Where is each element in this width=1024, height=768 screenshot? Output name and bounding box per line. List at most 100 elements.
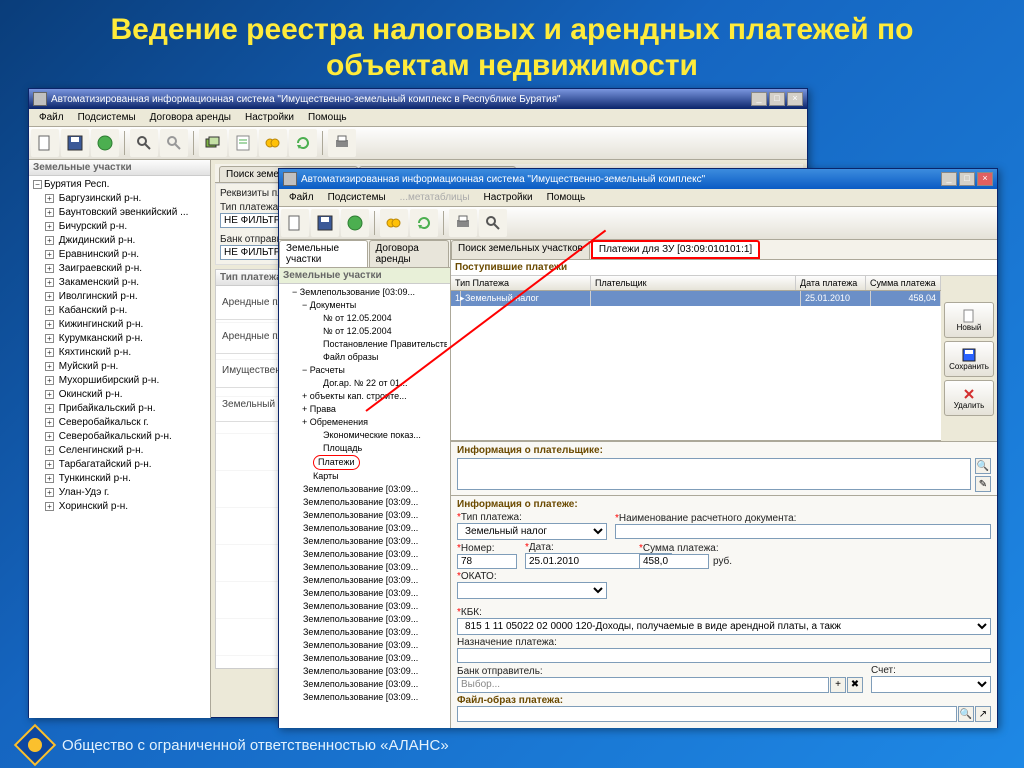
tree-item[interactable]: − Документы [282,299,447,312]
tree-item[interactable]: № от 12.05.2004 [282,312,447,325]
tree-item[interactable]: Землепользование [03:09... [282,574,447,587]
tree-item[interactable]: + Кяхтинский р-н. [33,346,206,360]
tool-save-icon[interactable] [311,209,339,237]
tree-item[interactable]: Дог.ар. № 22 от 01... [282,377,447,390]
tree-item[interactable]: Постановление Правительства Ре... [282,338,447,351]
minimize-button[interactable]: _ [751,92,767,106]
tree-item[interactable]: Землепользование [03:09... [282,678,447,691]
tree-item[interactable]: + Иволгинский р-н. [33,290,206,304]
grid-body[interactable]: 1▸ Земельный налог 25.01.2010 458,04 [451,291,941,441]
tool-doc-icon[interactable] [229,129,257,157]
file-open-icon[interactable]: ↗ [975,706,991,722]
close-button[interactable]: × [787,92,803,106]
tree-item[interactable]: Землепользование [03:09... [282,548,447,561]
tree-item[interactable]: Землепользование [03:09... [282,626,447,639]
left-tab-land[interactable]: Земельные участки [279,240,368,267]
tree-item[interactable]: + Хоринский р-н. [33,500,206,514]
col-type[interactable]: Тип Платежа [451,276,591,290]
col-sum[interactable]: Сумма платежа [866,276,941,290]
tree-item[interactable]: + Улан-Удэ г. [33,486,206,500]
tool-layers-icon[interactable] [199,129,227,157]
tool-globe-icon[interactable] [91,129,119,157]
menu-lease[interactable]: Договора аренды [144,111,237,124]
payment-type-select[interactable]: Земельный налог [457,523,607,540]
tool-save-icon[interactable] [61,129,89,157]
tab-payments[interactable]: Платежи для ЗУ [03:09:010101:1] [591,240,760,259]
menu-settings[interactable]: Настройки [239,111,300,124]
tool-print-icon[interactable] [328,129,356,157]
tool-zoom-icon[interactable] [160,129,188,157]
tree-item[interactable]: + Окинский р-н. [33,388,206,402]
bank-input[interactable] [457,677,829,693]
col-date[interactable]: Дата платежа [796,276,866,290]
bg-region-tree[interactable]: −Бурятия Респ. + Баргузинский р-н.+ Баун… [29,176,210,718]
tree-item[interactable]: + Тункинский р-н. [33,472,206,486]
tree-item[interactable]: + Джидинский р-н. [33,234,206,248]
tree-item[interactable]: + Баунтовский эвенкийский ... [33,206,206,220]
payer-edit-icon[interactable]: ✎ [975,476,991,492]
menu-help[interactable]: Помощь [541,191,592,204]
tree-item[interactable]: + Закаменский р-н. [33,276,206,290]
tree-item[interactable]: Землепользование [03:09... [282,483,447,496]
tool-refresh-icon[interactable] [410,209,438,237]
menu-subsystems[interactable]: Подсистемы [322,191,392,204]
tree-item[interactable]: + объекты кап. строите... [282,390,447,403]
tree-item[interactable]: Карты [282,470,447,483]
tree-item[interactable]: Площадь [282,442,447,455]
tree-item[interactable]: + Муйский р-н. [33,360,206,374]
maximize-button[interactable]: □ [959,172,975,186]
menu-settings[interactable]: Настройки [478,191,539,204]
account-select[interactable] [871,676,991,693]
tree-item[interactable]: Землепользование [03:09... [282,522,447,535]
bg-titlebar[interactable]: Автоматизированная информационная систем… [29,89,807,109]
tree-item[interactable]: Экономические показ... [282,429,447,442]
tool-globe-icon[interactable] [341,209,369,237]
menu-file[interactable]: Файл [283,191,320,204]
tree-item[interactable]: − Землепользование [03:09... [282,286,447,299]
tree-item[interactable]: + Прибайкальский р-н. [33,402,206,416]
close-button[interactable]: × [977,172,993,186]
tool-search-icon[interactable] [130,129,158,157]
purpose-input[interactable] [457,648,991,663]
sum-input[interactable] [639,554,709,569]
menu-file[interactable]: Файл [33,111,70,124]
tree-item[interactable]: Землепользование [03:09... [282,496,447,509]
left-tab-lease[interactable]: Договора аренды [369,240,450,267]
payer-box[interactable] [457,458,971,490]
tool-print-icon[interactable] [449,209,477,237]
tree-item[interactable]: Землепользование [03:09... [282,509,447,522]
tool-new-icon[interactable] [281,209,309,237]
tree-item[interactable]: + Мухоршибирский р-н. [33,374,206,388]
doc-name-input[interactable] [615,524,991,539]
tree-item[interactable]: + Курумканский р-н. [33,332,206,346]
tree-item[interactable]: + Заиграевский р-н. [33,262,206,276]
tree-item[interactable]: Землепользование [03:09... [282,561,447,574]
tree-item[interactable]: Землепользование [03:09... [282,639,447,652]
file-input[interactable] [457,706,957,722]
tree-item[interactable]: № от 12.05.2004 [282,325,447,338]
tree-item[interactable]: + Баргузинский р-н. [33,192,206,206]
bank-del-icon[interactable]: ✖ [847,677,863,693]
table-row[interactable]: 1▸ Земельный налог 25.01.2010 458,04 [451,291,941,306]
tree-item[interactable]: Платежи [282,455,447,470]
tool-money-icon[interactable] [259,129,287,157]
tree-item[interactable]: Файл образы [282,351,447,364]
number-input[interactable] [457,554,517,569]
fg-tree[interactable]: − Землепользование [03:09...− Документы№… [279,284,450,728]
tree-item[interactable]: + Северобайкальский р-н. [33,430,206,444]
tool-refresh-icon[interactable] [289,129,317,157]
tree-item[interactable]: Землепользование [03:09... [282,600,447,613]
tree-item[interactable]: Землепользование [03:09... [282,665,447,678]
file-browse-icon[interactable]: 🔍 [958,706,974,722]
tool-search-icon[interactable] [479,209,507,237]
tree-item[interactable]: + Кижингинский р-н. [33,318,206,332]
minimize-button[interactable]: _ [941,172,957,186]
okato-select[interactable] [457,582,607,599]
tree-item[interactable]: + Кабанский р-н. [33,304,206,318]
tree-item[interactable]: + Еравнинский р-н. [33,248,206,262]
tool-new-icon[interactable] [31,129,59,157]
menu-help[interactable]: Помощь [302,111,353,124]
tree-root[interactable]: Бурятия Респ. [44,179,109,190]
tool-money-icon[interactable] [380,209,408,237]
tree-item[interactable]: Землепользование [03:09... [282,587,447,600]
